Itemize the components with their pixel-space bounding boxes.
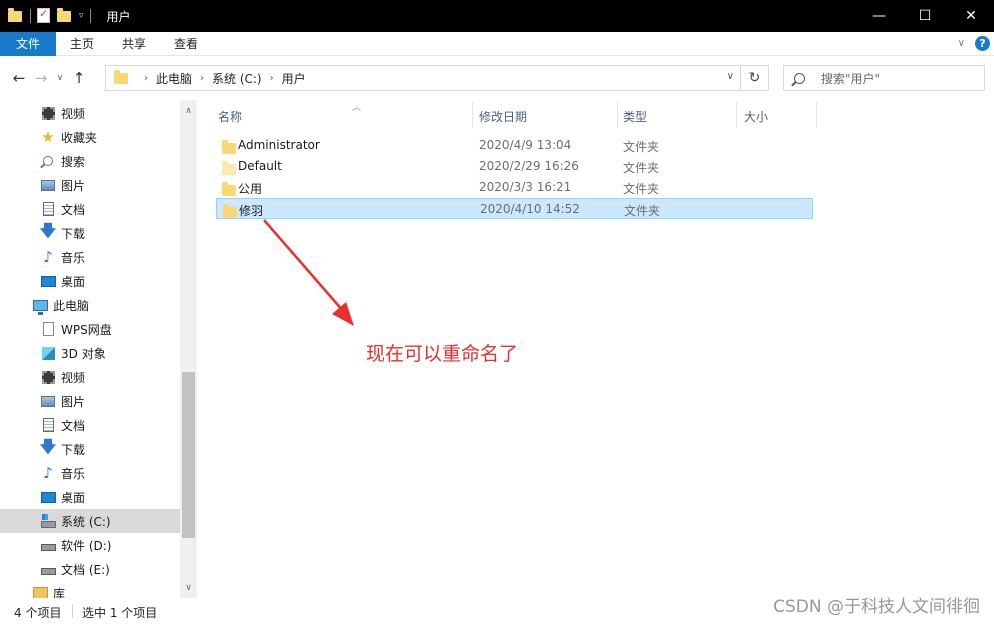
annotation-arrow <box>263 219 354 326</box>
status-item-count: 4 个项目 <box>14 606 62 620</box>
arrow-shaft <box>263 219 345 313</box>
annotation-text: 现在可以重命名了 <box>366 343 519 365</box>
watermark: CSDN @于科技人文间徘徊 <box>773 597 980 617</box>
status-divider <box>72 604 73 618</box>
status-selection: 选中 1 个项目 <box>82 606 158 620</box>
arrow-head <box>332 302 354 326</box>
